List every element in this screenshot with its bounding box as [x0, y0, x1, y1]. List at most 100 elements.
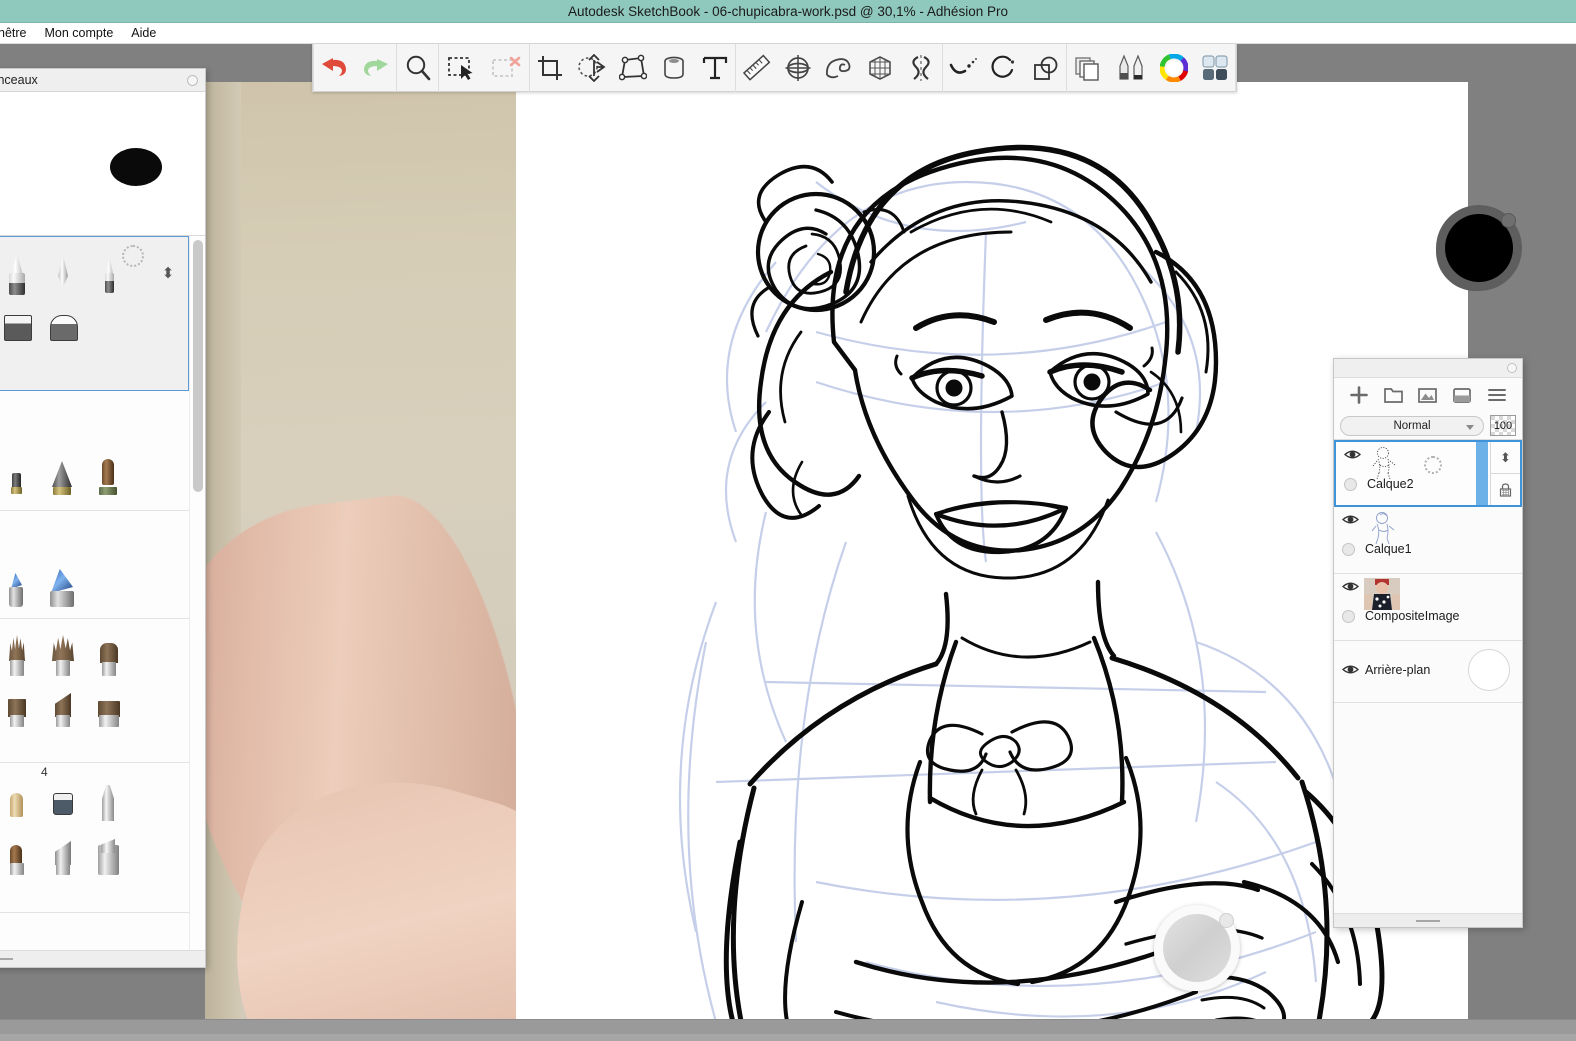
fill-icon[interactable]: [653, 45, 694, 91]
undo-icon[interactable]: [314, 45, 355, 91]
brush-bristle-round[interactable]: [0, 627, 39, 681]
layer-merge-icon[interactable]: [1451, 384, 1473, 406]
layer-reorder-icon[interactable]: ⬍: [1491, 442, 1520, 474]
selection-icon[interactable]: [439, 45, 484, 91]
layer-row-arriere-plan[interactable]: Arrière-plan: [1334, 641, 1522, 703]
brush-palette-icon[interactable]: [1108, 45, 1153, 91]
add-layer-icon[interactable]: [1348, 384, 1370, 406]
brush-stamp-preview: [110, 148, 162, 186]
brush-eraser-soft[interactable]: [40, 293, 86, 347]
brush-section-resize-icon[interactable]: ⬍: [160, 265, 176, 285]
brush-panel-collapse-icon[interactable]: [187, 75, 198, 86]
layer-name: Calque2: [1367, 477, 1414, 491]
predictive-stroke-icon[interactable]: [943, 45, 984, 91]
blend-mode-dropdown[interactable]: Normal: [1340, 415, 1484, 436]
brush-pen-nib[interactable]: [40, 245, 86, 299]
color-puck[interactable]: [1436, 205, 1522, 291]
brush-bristle-fan[interactable]: [39, 627, 85, 681]
brush-marker-block[interactable]: [0, 445, 39, 499]
zoom-icon[interactable]: [397, 45, 438, 91]
brush-panel-resize-grip[interactable]: [0, 958, 13, 960]
brush-row: [0, 769, 189, 827]
brush-section-copic[interactable]: 3 4: [0, 763, 189, 913]
shape-combine-icon[interactable]: [1025, 45, 1066, 91]
eye-icon[interactable]: [1341, 513, 1360, 526]
menu-item-aide[interactable]: Aide: [122, 23, 165, 44]
symmetry-icon[interactable]: [901, 45, 942, 91]
text-icon[interactable]: [694, 45, 735, 91]
ellipse-guide-icon[interactable]: [777, 45, 818, 91]
brush-copic-brown[interactable]: [0, 827, 39, 881]
layer-row-calque1[interactable]: Calque1: [1334, 507, 1522, 574]
brush-puck-handle[interactable]: [1219, 913, 1234, 928]
ink-artwork: [723, 144, 1385, 1027]
brush-angled-liner[interactable]: [39, 679, 85, 733]
brush-chisel-marker[interactable]: [39, 773, 85, 827]
drawing-canvas[interactable]: [516, 82, 1468, 1027]
perspective-guide-icon[interactable]: [860, 45, 901, 91]
layer-editor-icon[interactable]: [1067, 45, 1108, 91]
layer-menu-icon[interactable]: [1486, 384, 1508, 406]
layer-row-calque2[interactable]: Calque2 ⬍: [1334, 440, 1522, 507]
brush-puck[interactable]: [1154, 905, 1240, 991]
brush-eraser-hard[interactable]: [0, 293, 40, 347]
brush-section-natural[interactable]: [0, 619, 189, 763]
layer-select-radio[interactable]: [1342, 543, 1355, 556]
brush-flat-wide[interactable]: [85, 679, 131, 733]
menu-bar: nêtre Mon compte Aide: [0, 23, 1576, 44]
brush-panel-scrollbar[interactable]: [189, 236, 205, 950]
brush-section-airbrush[interactable]: [0, 511, 189, 619]
brush-marker-brown[interactable]: [85, 445, 131, 499]
redo-icon[interactable]: [355, 45, 396, 91]
distort-icon[interactable]: [612, 45, 653, 91]
os-taskbar[interactable]: [0, 1019, 1576, 1041]
brush-section-pens[interactable]: ⬍: [0, 236, 189, 391]
eye-icon[interactable]: [1341, 663, 1360, 676]
brush-spray-can[interactable]: [85, 773, 131, 827]
eye-icon[interactable]: [1341, 580, 1360, 593]
transform-icon[interactable]: [571, 45, 612, 91]
color-swatches-icon[interactable]: [1194, 45, 1235, 91]
layer-editor-panel: Normal 100 Calque2 ⬍ Calque1 CompositeIm…: [1333, 358, 1523, 928]
blend-mode-value: Normal: [1393, 419, 1431, 432]
layer-row-compositeimage[interactable]: CompositeImage: [1334, 574, 1522, 641]
layer-list[interactable]: Calque2 ⬍ Calque1 CompositeImage Arrière…: [1334, 440, 1522, 913]
brush-flat-soft[interactable]: [85, 627, 131, 681]
brush-section-smudge[interactable]: [0, 913, 189, 950]
brush-marker-cone[interactable]: [39, 445, 85, 499]
french-curve-icon[interactable]: [818, 45, 859, 91]
shape-ellipse-icon[interactable]: [984, 45, 1025, 91]
brush-grid-scroll-area[interactable]: ⬍ 4: [0, 236, 205, 950]
layer-opacity-field[interactable]: 100: [1490, 415, 1516, 436]
layer-panel-collapse-icon[interactable]: [1507, 363, 1517, 373]
menu-item-mon-compte[interactable]: Mon compte: [36, 23, 123, 44]
color-wheel-icon[interactable]: [1153, 45, 1194, 91]
brush-pen-fine[interactable]: [86, 245, 132, 299]
layer-group-icon[interactable]: [1383, 384, 1405, 406]
layer-panel-resize-grip[interactable]: [1416, 920, 1440, 922]
brush-angled-chisel[interactable]: [39, 827, 85, 881]
brush-section-markers[interactable]: [0, 391, 189, 511]
deselect-icon[interactable]: [484, 45, 529, 91]
background-color-swatch[interactable]: [1468, 649, 1510, 691]
color-puck-handle[interactable]: [1501, 213, 1516, 228]
ruler-icon[interactable]: [736, 45, 777, 91]
brush-row: [0, 397, 189, 499]
crop-icon[interactable]: [530, 45, 571, 91]
import-image-icon[interactable]: [1417, 384, 1439, 406]
brush-panel-titlebar: ue de pinceaux: [0, 69, 205, 92]
brush-highlighter[interactable]: [85, 827, 131, 881]
layer-select-radio[interactable]: [1344, 478, 1357, 491]
reference-photo-region: [205, 82, 516, 1027]
brush-panel-scroll-thumb[interactable]: [193, 240, 203, 492]
brush-flat-square[interactable]: [0, 679, 39, 733]
menu-item-fenetre[interactable]: nêtre: [0, 23, 36, 44]
eye-icon[interactable]: [1343, 448, 1362, 461]
layer-lock-icon[interactable]: [1491, 474, 1520, 505]
brush-airbrush-small[interactable]: [0, 559, 39, 613]
brush-row: [0, 299, 188, 347]
layer-select-radio[interactable]: [1342, 610, 1355, 623]
brush-copic-tan[interactable]: [0, 773, 39, 827]
brush-pen-tapered[interactable]: [0, 245, 40, 299]
brush-airbrush-large[interactable]: [39, 559, 85, 613]
